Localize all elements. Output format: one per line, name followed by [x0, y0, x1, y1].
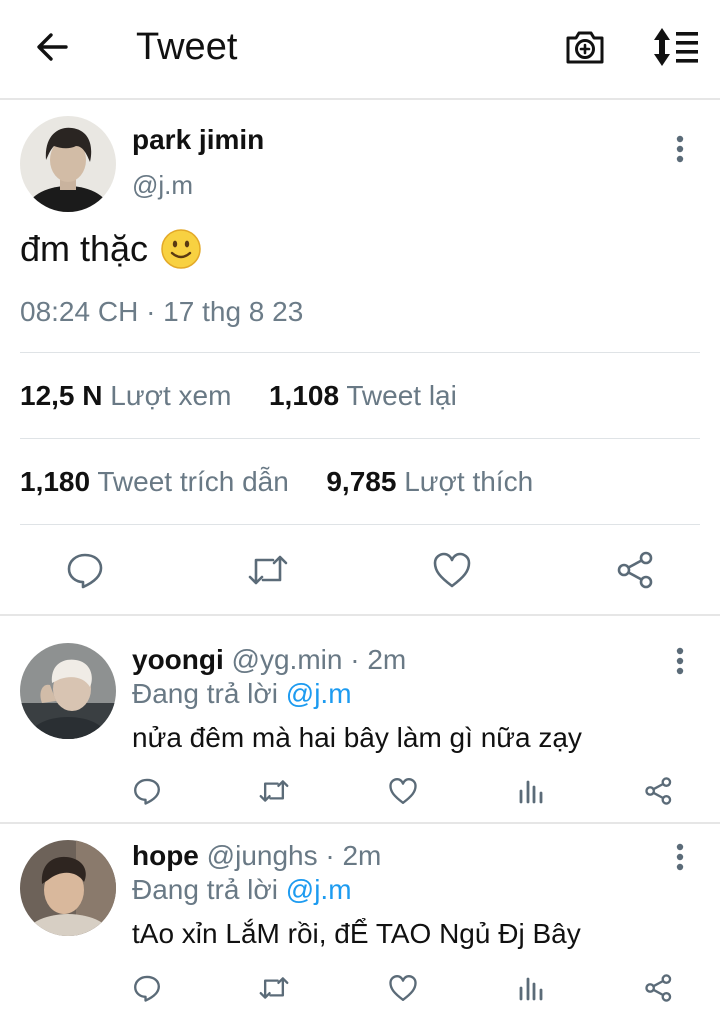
reply-icon[interactable] — [133, 974, 161, 1002]
tweet-text: đm thặc — [20, 228, 202, 270]
avatar-photo — [20, 116, 116, 212]
divider — [20, 524, 700, 525]
retweet-icon[interactable] — [247, 551, 289, 589]
replying-mention[interactable]: @j.m — [286, 678, 352, 709]
replying-to: Đang trả lời @j.m — [132, 678, 352, 710]
avatar[interactable] — [20, 840, 116, 936]
smiling-face-icon — [161, 229, 201, 269]
sort-lines-icon[interactable] — [648, 24, 702, 70]
reply-text: nửa đêm mà hai bây làm gì nữa zạy — [132, 722, 582, 753]
views-label: Lượt xem — [110, 380, 232, 411]
more-options-icon[interactable] — [675, 646, 685, 676]
share-icon[interactable] — [616, 551, 656, 589]
more-options-icon[interactable] — [675, 842, 685, 872]
quotes-count[interactable]: 1,180 — [20, 466, 90, 497]
stats-row-views: 12,5 N Lượt xem 1,108 Tweet lại — [20, 380, 457, 412]
author-handle[interactable]: @j.m — [132, 170, 193, 201]
quotes-label[interactable]: Tweet trích dẫn — [97, 466, 288, 497]
avatar-photo — [20, 840, 116, 936]
analytics-icon[interactable] — [518, 778, 544, 804]
tweet-timestamp: 08:24 CH · 17 thg 8 23 — [20, 296, 304, 327]
reply-icon[interactable] — [133, 777, 161, 805]
views-count: 12,5 N — [20, 380, 103, 411]
like-icon[interactable] — [432, 551, 472, 589]
camera-add-icon[interactable] — [562, 24, 608, 70]
like-icon[interactable] — [388, 777, 418, 805]
like-icon[interactable] — [388, 974, 418, 1002]
share-icon[interactable] — [644, 777, 674, 805]
section-divider — [0, 822, 720, 824]
section-divider — [0, 614, 720, 616]
stats-row-likes: 1,180 Tweet trích dẫn 9,785 Lượt thích — [20, 466, 533, 498]
more-options-icon[interactable] — [675, 134, 685, 164]
avatar-photo — [20, 643, 116, 739]
retweets-count[interactable]: 1,108 — [269, 380, 339, 411]
replying-mention[interactable]: @j.m — [286, 874, 352, 905]
arrow-left-icon[interactable] — [32, 26, 74, 68]
reply-text: tAo xỉn LắM rồi, đỂ TAO Ngủ Đj Bây — [132, 918, 581, 949]
top-app-bar: Tweet — [0, 0, 720, 100]
likes-label[interactable]: Lượt thích — [404, 466, 533, 497]
reply-icon[interactable] — [66, 551, 104, 589]
replying-to: Đang trả lời @j.m — [132, 874, 352, 906]
reply-author-handle[interactable]: @junghs · 2m — [207, 840, 382, 871]
replying-prefix: Đang trả lời — [132, 678, 278, 709]
divider — [20, 438, 700, 439]
reply-author-handle[interactable]: @yg.min · 2m — [232, 644, 407, 675]
retweet-icon[interactable] — [258, 777, 290, 805]
analytics-icon[interactable] — [518, 975, 544, 1001]
author-name[interactable]: park jimin — [132, 124, 264, 156]
retweets-label[interactable]: Tweet lại — [346, 380, 457, 411]
tweet-body: đm thặc — [20, 228, 149, 269]
reply-author-name[interactable]: hope — [132, 840, 199, 871]
retweet-icon[interactable] — [258, 974, 290, 1002]
reply-header: yoongi @yg.min · 2m — [132, 644, 406, 676]
avatar[interactable] — [20, 643, 116, 739]
page-title: Tweet — [136, 26, 238, 68]
share-icon[interactable] — [644, 974, 674, 1002]
reply-header: hope @junghs · 2m — [132, 840, 381, 872]
reply-author-name[interactable]: yoongi — [132, 644, 224, 675]
avatar[interactable] — [20, 116, 116, 212]
replying-prefix: Đang trả lời — [132, 874, 278, 905]
divider — [20, 352, 700, 353]
likes-count[interactable]: 9,785 — [326, 466, 396, 497]
